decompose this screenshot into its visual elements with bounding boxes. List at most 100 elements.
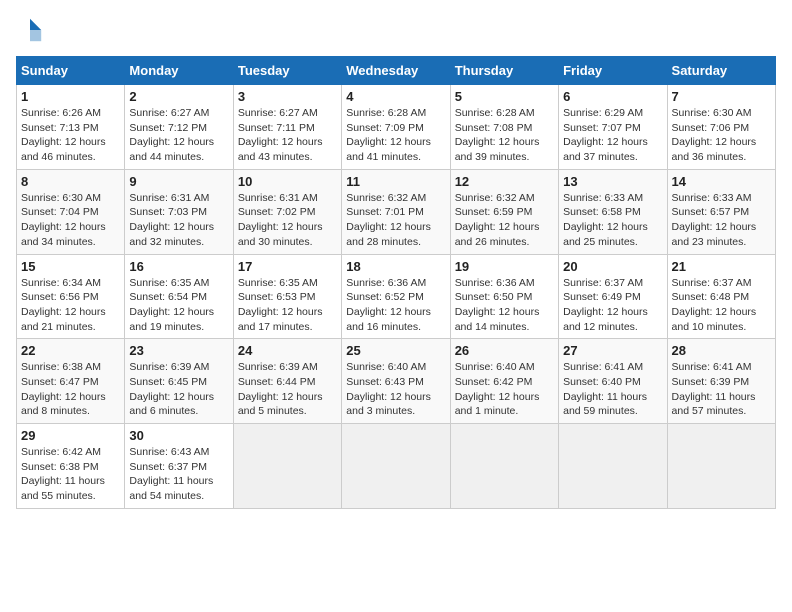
day-header-sunday: Sunday (17, 57, 125, 85)
calendar-cell (559, 424, 667, 509)
day-info: Sunrise: 6:35 AMSunset: 6:54 PMDaylight:… (129, 277, 214, 333)
day-number: 16 (129, 259, 228, 274)
day-info: Sunrise: 6:33 AMSunset: 6:57 PMDaylight:… (672, 192, 757, 248)
calendar-cell: 5 Sunrise: 6:28 AMSunset: 7:08 PMDayligh… (450, 85, 558, 170)
calendar-cell: 10 Sunrise: 6:31 AMSunset: 7:02 PMDaylig… (233, 169, 341, 254)
day-number: 11 (346, 174, 445, 189)
calendar-cell: 4 Sunrise: 6:28 AMSunset: 7:09 PMDayligh… (342, 85, 450, 170)
calendar-cell: 2 Sunrise: 6:27 AMSunset: 7:12 PMDayligh… (125, 85, 233, 170)
day-info: Sunrise: 6:36 AMSunset: 6:52 PMDaylight:… (346, 277, 431, 333)
calendar-cell: 13 Sunrise: 6:33 AMSunset: 6:58 PMDaylig… (559, 169, 667, 254)
day-info: Sunrise: 6:31 AMSunset: 7:03 PMDaylight:… (129, 192, 214, 248)
calendar-cell: 17 Sunrise: 6:35 AMSunset: 6:53 PMDaylig… (233, 254, 341, 339)
day-info: Sunrise: 6:37 AMSunset: 6:48 PMDaylight:… (672, 277, 757, 333)
calendar-week-row: 22 Sunrise: 6:38 AMSunset: 6:47 PMDaylig… (17, 339, 776, 424)
day-number: 6 (563, 89, 662, 104)
calendar-cell: 3 Sunrise: 6:27 AMSunset: 7:11 PMDayligh… (233, 85, 341, 170)
calendar-cell: 9 Sunrise: 6:31 AMSunset: 7:03 PMDayligh… (125, 169, 233, 254)
calendar-cell: 25 Sunrise: 6:40 AMSunset: 6:43 PMDaylig… (342, 339, 450, 424)
day-info: Sunrise: 6:34 AMSunset: 6:56 PMDaylight:… (21, 277, 106, 333)
calendar-cell (342, 424, 450, 509)
day-number: 3 (238, 89, 337, 104)
day-number: 12 (455, 174, 554, 189)
calendar-cell: 12 Sunrise: 6:32 AMSunset: 6:59 PMDaylig… (450, 169, 558, 254)
day-number: 2 (129, 89, 228, 104)
day-number: 5 (455, 89, 554, 104)
day-number: 23 (129, 343, 228, 358)
calendar-cell: 22 Sunrise: 6:38 AMSunset: 6:47 PMDaylig… (17, 339, 125, 424)
logo-icon (16, 16, 44, 44)
day-number: 21 (672, 259, 771, 274)
calendar-week-row: 15 Sunrise: 6:34 AMSunset: 6:56 PMDaylig… (17, 254, 776, 339)
day-info: Sunrise: 6:42 AMSunset: 6:38 PMDaylight:… (21, 446, 105, 502)
day-number: 24 (238, 343, 337, 358)
calendar-cell: 8 Sunrise: 6:30 AMSunset: 7:04 PMDayligh… (17, 169, 125, 254)
calendar-week-row: 29 Sunrise: 6:42 AMSunset: 6:38 PMDaylig… (17, 424, 776, 509)
calendar-cell (233, 424, 341, 509)
day-number: 30 (129, 428, 228, 443)
day-number: 19 (455, 259, 554, 274)
calendar-cell: 11 Sunrise: 6:32 AMSunset: 7:01 PMDaylig… (342, 169, 450, 254)
day-header-monday: Monday (125, 57, 233, 85)
calendar-cell: 20 Sunrise: 6:37 AMSunset: 6:49 PMDaylig… (559, 254, 667, 339)
day-header-thursday: Thursday (450, 57, 558, 85)
calendar-cell (667, 424, 775, 509)
calendar-cell: 15 Sunrise: 6:34 AMSunset: 6:56 PMDaylig… (17, 254, 125, 339)
day-info: Sunrise: 6:40 AMSunset: 6:43 PMDaylight:… (346, 361, 431, 417)
calendar-cell (450, 424, 558, 509)
day-info: Sunrise: 6:30 AMSunset: 7:04 PMDaylight:… (21, 192, 106, 248)
day-header-saturday: Saturday (667, 57, 775, 85)
day-info: Sunrise: 6:28 AMSunset: 7:09 PMDaylight:… (346, 107, 431, 163)
day-info: Sunrise: 6:30 AMSunset: 7:06 PMDaylight:… (672, 107, 757, 163)
calendar-cell: 7 Sunrise: 6:30 AMSunset: 7:06 PMDayligh… (667, 85, 775, 170)
day-info: Sunrise: 6:27 AMSunset: 7:11 PMDaylight:… (238, 107, 323, 163)
day-info: Sunrise: 6:39 AMSunset: 6:44 PMDaylight:… (238, 361, 323, 417)
day-info: Sunrise: 6:26 AMSunset: 7:13 PMDaylight:… (21, 107, 106, 163)
day-header-friday: Friday (559, 57, 667, 85)
day-number: 1 (21, 89, 120, 104)
day-number: 28 (672, 343, 771, 358)
day-number: 4 (346, 89, 445, 104)
day-info: Sunrise: 6:39 AMSunset: 6:45 PMDaylight:… (129, 361, 214, 417)
day-info: Sunrise: 6:31 AMSunset: 7:02 PMDaylight:… (238, 192, 323, 248)
day-info: Sunrise: 6:32 AMSunset: 7:01 PMDaylight:… (346, 192, 431, 248)
calendar-cell: 24 Sunrise: 6:39 AMSunset: 6:44 PMDaylig… (233, 339, 341, 424)
calendar-cell: 1 Sunrise: 6:26 AMSunset: 7:13 PMDayligh… (17, 85, 125, 170)
day-number: 27 (563, 343, 662, 358)
day-info: Sunrise: 6:37 AMSunset: 6:49 PMDaylight:… (563, 277, 648, 333)
day-number: 15 (21, 259, 120, 274)
calendar-cell: 23 Sunrise: 6:39 AMSunset: 6:45 PMDaylig… (125, 339, 233, 424)
day-number: 14 (672, 174, 771, 189)
logo (16, 16, 48, 44)
day-header-wednesday: Wednesday (342, 57, 450, 85)
calendar-header-row: SundayMondayTuesdayWednesdayThursdayFrid… (17, 57, 776, 85)
day-info: Sunrise: 6:41 AMSunset: 6:39 PMDaylight:… (672, 361, 756, 417)
day-info: Sunrise: 6:32 AMSunset: 6:59 PMDaylight:… (455, 192, 540, 248)
day-info: Sunrise: 6:38 AMSunset: 6:47 PMDaylight:… (21, 361, 106, 417)
calendar-cell: 19 Sunrise: 6:36 AMSunset: 6:50 PMDaylig… (450, 254, 558, 339)
calendar-cell: 27 Sunrise: 6:41 AMSunset: 6:40 PMDaylig… (559, 339, 667, 424)
calendar-cell: 29 Sunrise: 6:42 AMSunset: 6:38 PMDaylig… (17, 424, 125, 509)
day-info: Sunrise: 6:40 AMSunset: 6:42 PMDaylight:… (455, 361, 540, 417)
day-number: 10 (238, 174, 337, 189)
day-number: 8 (21, 174, 120, 189)
calendar-cell: 21 Sunrise: 6:37 AMSunset: 6:48 PMDaylig… (667, 254, 775, 339)
calendar-week-row: 8 Sunrise: 6:30 AMSunset: 7:04 PMDayligh… (17, 169, 776, 254)
calendar-table: SundayMondayTuesdayWednesdayThursdayFrid… (16, 56, 776, 509)
day-header-tuesday: Tuesday (233, 57, 341, 85)
day-number: 13 (563, 174, 662, 189)
day-info: Sunrise: 6:43 AMSunset: 6:37 PMDaylight:… (129, 446, 213, 502)
calendar-week-row: 1 Sunrise: 6:26 AMSunset: 7:13 PMDayligh… (17, 85, 776, 170)
day-number: 22 (21, 343, 120, 358)
day-number: 9 (129, 174, 228, 189)
page-header (16, 16, 776, 44)
calendar-cell: 28 Sunrise: 6:41 AMSunset: 6:39 PMDaylig… (667, 339, 775, 424)
day-info: Sunrise: 6:41 AMSunset: 6:40 PMDaylight:… (563, 361, 647, 417)
day-info: Sunrise: 6:36 AMSunset: 6:50 PMDaylight:… (455, 277, 540, 333)
calendar-cell: 30 Sunrise: 6:43 AMSunset: 6:37 PMDaylig… (125, 424, 233, 509)
day-info: Sunrise: 6:28 AMSunset: 7:08 PMDaylight:… (455, 107, 540, 163)
day-info: Sunrise: 6:29 AMSunset: 7:07 PMDaylight:… (563, 107, 648, 163)
day-number: 17 (238, 259, 337, 274)
day-number: 29 (21, 428, 120, 443)
day-number: 20 (563, 259, 662, 274)
